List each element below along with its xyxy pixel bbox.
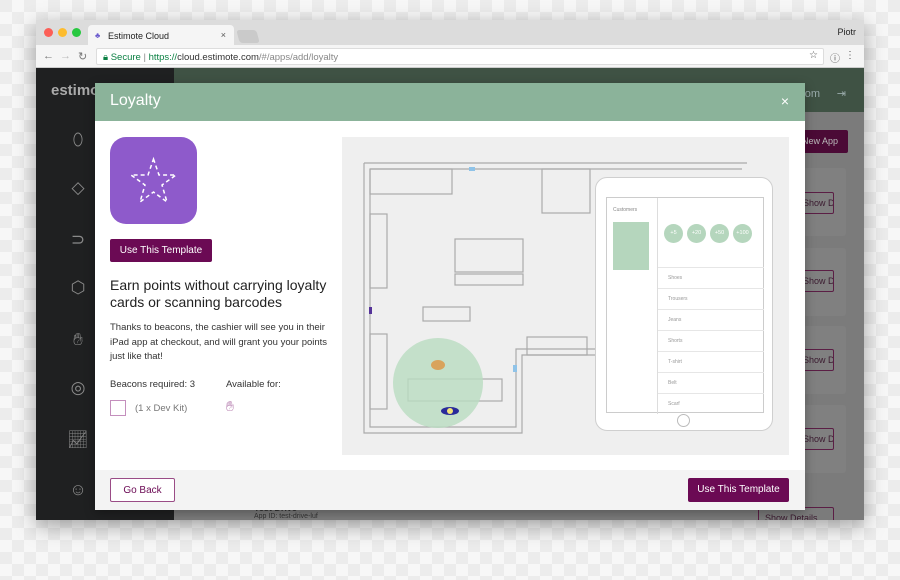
- close-window-button[interactable]: [44, 28, 53, 37]
- new-tab-button[interactable]: [236, 30, 260, 43]
- points-buttons: +5 +20 +50 +100: [664, 224, 752, 243]
- address-bar: ← → ↻ 🔒︎ Secure | https://cloud.estimote…: [36, 45, 864, 68]
- profile-name[interactable]: Piotr: [837, 27, 856, 37]
- store-floor-plan: Customers +5 +20 +50 +100 Shoes Trousers Jean…: [342, 137, 789, 455]
- ipad-mockup: Customers +5 +20 +50 +100 Shoes Trousers Jean…: [595, 177, 773, 431]
- secure-label: Secure: [110, 52, 141, 63]
- ipad-screen: Customers +5 +20 +50 +100 Shoes Trousers Jean…: [606, 197, 764, 414]
- points-button[interactable]: +50: [710, 224, 729, 243]
- close-icon[interactable]: ×: [781, 93, 789, 109]
- extension-icon[interactable]: ⓘ: [830, 50, 840, 65]
- modal-header: Loyalty ×: [95, 83, 805, 121]
- use-template-button[interactable]: Use This Template: [110, 239, 212, 262]
- close-tab-icon[interactable]: ×: [221, 30, 226, 40]
- modal-title: Loyalty: [110, 92, 161, 109]
- url-scheme: https://: [148, 52, 178, 63]
- tab-estimote-cloud[interactable]: ♣ Estimote Cloud ×: [88, 25, 234, 45]
- minimize-window-button[interactable]: [58, 28, 67, 37]
- location-icon[interactable]: ⊃: [66, 230, 90, 250]
- product-item[interactable]: Jeans: [658, 309, 764, 330]
- go-back-button[interactable]: Go Back: [110, 478, 175, 502]
- home-button: [677, 414, 690, 427]
- dev-kit-label: (1 x Dev Kit): [135, 403, 188, 414]
- beacons-required: Beacons required: 3: [110, 379, 196, 390]
- hand-icon[interactable]: ✋︎: [66, 330, 90, 350]
- product-item[interactable]: Scarf: [658, 393, 764, 414]
- proximity-icon[interactable]: ◎: [66, 378, 90, 398]
- customers-label: Customers: [613, 207, 638, 213]
- account-email: om: [804, 88, 820, 100]
- person-icon[interactable]: ☺: [66, 480, 90, 500]
- tab-title: Estimote Cloud: [108, 31, 170, 41]
- bookmark-star-icon[interactable]: ☆: [809, 50, 818, 61]
- star-icon: [128, 156, 179, 204]
- url-input[interactable]: 🔒︎ Secure | https://cloud.estimote.com/#…: [96, 48, 824, 65]
- product-item[interactable]: Shoes: [658, 267, 764, 288]
- available-for-label: Available for:: [226, 379, 281, 390]
- beacon-icon[interactable]: ⬯: [66, 130, 90, 150]
- modal-footer: Go Back Use This Template: [95, 470, 805, 510]
- reload-icon[interactable]: ↻: [78, 50, 87, 63]
- footer-use-template-button[interactable]: Use This Template: [688, 478, 789, 502]
- points-button[interactable]: +5: [664, 224, 683, 243]
- lock-icon: 🔒︎: [103, 52, 109, 63]
- tab-bar: ♣ Estimote Cloud × Piotr: [36, 20, 864, 45]
- hand-wave-icon: ✋︎: [226, 398, 234, 414]
- analytics-icon[interactable]: 📈︎: [66, 430, 90, 450]
- template-description: Thanks to beacons, the cashier will see …: [110, 322, 328, 362]
- dev-kit-icon: [110, 400, 126, 416]
- box-icon[interactable]: ⬡: [66, 278, 90, 298]
- points-button[interactable]: +20: [687, 224, 706, 243]
- product-item[interactable]: T-shirt: [658, 351, 764, 372]
- template-modal: Loyalty × Use This Template Earn points …: [95, 83, 805, 510]
- customer-avatar: [613, 222, 649, 270]
- app-row-id: App ID: test-drive-luf: [254, 513, 318, 520]
- loyalty-app-icon: [110, 137, 197, 224]
- forward-icon[interactable]: →: [60, 50, 71, 62]
- estimote-favicon-icon: ♣: [95, 31, 101, 40]
- back-icon[interactable]: ←: [43, 50, 54, 62]
- sticker-icon[interactable]: ◇: [66, 178, 90, 198]
- maximize-window-button[interactable]: [72, 28, 81, 37]
- logout-icon[interactable]: ⇥: [837, 87, 846, 100]
- menu-icon[interactable]: ⋮: [845, 50, 855, 61]
- url-host: cloud.estimote.com: [177, 52, 259, 63]
- product-item[interactable]: Trousers: [658, 288, 764, 309]
- points-button[interactable]: +100: [733, 224, 752, 243]
- beacon-zone: [393, 338, 483, 428]
- product-item[interactable]: Shorts: [658, 330, 764, 351]
- template-headline: Earn points without carrying loyalty car…: [110, 277, 327, 310]
- product-list: Shoes Trousers Jeans Shorts T-shirt Belt Scarf: [658, 267, 764, 414]
- product-item[interactable]: Belt: [658, 372, 764, 393]
- url-path: /#/apps/add/loyalty: [258, 52, 339, 63]
